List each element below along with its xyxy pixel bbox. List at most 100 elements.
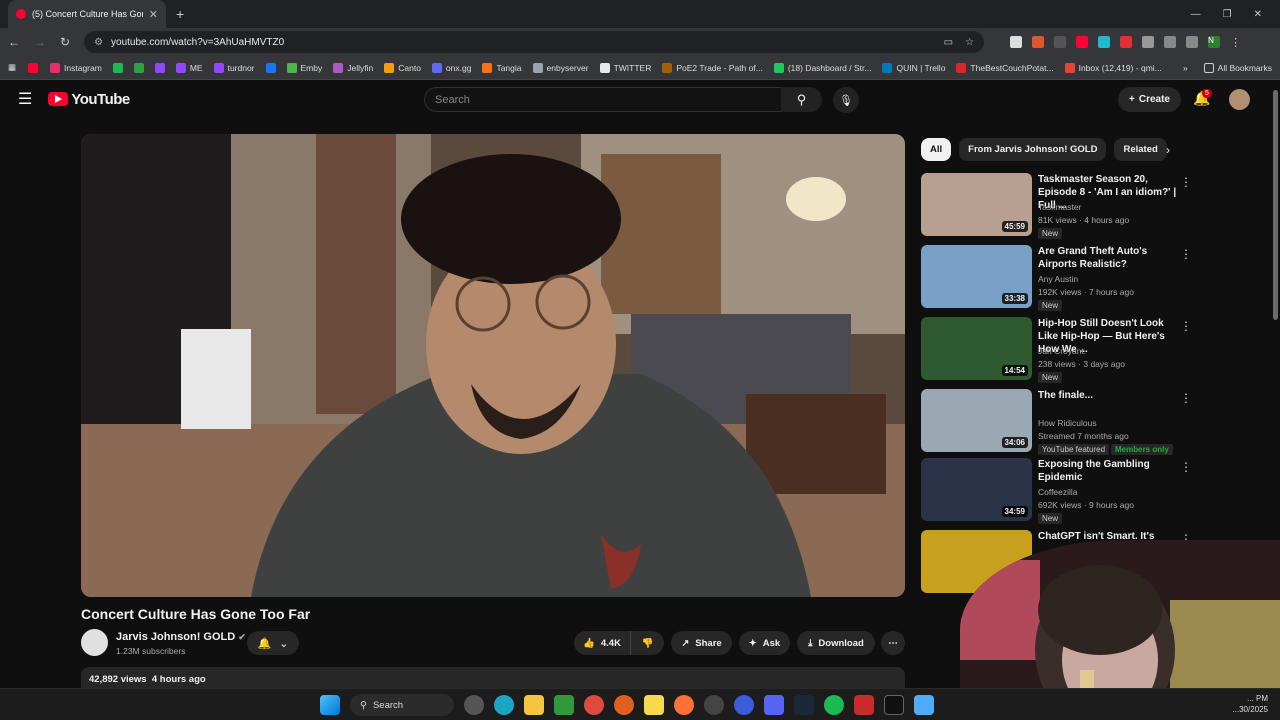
download-button[interactable]: ⤓ Download (797, 631, 875, 655)
user-avatar[interactable] (1229, 89, 1250, 110)
chip-from-channel[interactable]: From Jarvis Johnson! GOLD (959, 138, 1107, 161)
bookmark-item[interactable]: Instagram (50, 62, 102, 73)
bookmark-item[interactable]: Jellyfin (333, 62, 373, 73)
taskbar-search[interactable]: ⚲ Search (350, 694, 454, 716)
bookmark-item[interactable] (112, 62, 123, 73)
scrollbar-thumb[interactable] (1273, 90, 1278, 320)
video-player[interactable] (81, 134, 905, 597)
app-icon[interactable] (854, 695, 874, 715)
system-clock[interactable]: ... PM ...30/2025 (1232, 693, 1268, 715)
discord-icon[interactable] (764, 695, 784, 715)
recommended-video[interactable]: 45:59 Taskmaster Season 20, Episode 8 - '… (921, 173, 1192, 239)
subscribed-notifications-button[interactable]: 🔔 ⌄ (247, 631, 299, 655)
spotify-icon[interactable] (824, 695, 844, 715)
recommended-channel[interactable]: Jah Croyant. (1038, 346, 1086, 356)
app-icon[interactable] (704, 695, 724, 715)
ask-button[interactable]: ✦ Ask (739, 631, 790, 655)
site-info-icon[interactable]: ⚙ (94, 37, 103, 48)
bookmark-item[interactable]: onx.gg (431, 62, 471, 73)
extension-icon[interactable] (1010, 36, 1023, 48)
extension-icon[interactable] (1054, 36, 1067, 48)
bookmark-item[interactable]: turdnor (213, 62, 255, 73)
bookmark-item[interactable]: Inbox (12,419) - qmi... (1064, 62, 1162, 73)
chip-all[interactable]: All (921, 138, 952, 161)
app-icon[interactable] (554, 695, 574, 715)
chevron-right-icon[interactable]: › (1166, 143, 1170, 157)
like-button[interactable]: 👍 4.4K (574, 631, 630, 655)
more-bookmarks-icon[interactable]: » (1183, 63, 1188, 73)
windows-start-icon[interactable] (320, 695, 340, 715)
sticky-notes-icon[interactable] (644, 695, 664, 715)
bookmark-item[interactable] (154, 62, 165, 73)
bookmark-item[interactable]: (18) Dashboard / Str... (773, 62, 871, 73)
menu-kebab-icon[interactable]: ⋮ (1230, 36, 1242, 49)
firefox-icon[interactable] (674, 695, 694, 715)
back-icon[interactable]: ← (8, 35, 20, 49)
video-thumbnail[interactable]: 34:06 (921, 389, 1032, 452)
more-options-icon[interactable]: ⋮ (1180, 460, 1192, 474)
hamburger-menu-icon[interactable]: ☰ (18, 89, 32, 109)
media-icon[interactable] (1186, 36, 1199, 48)
extension-icon[interactable] (1098, 36, 1111, 48)
create-button[interactable]: + Create (1118, 87, 1181, 112)
chrome-icon[interactable] (584, 695, 604, 715)
recommended-channel[interactable]: How Ridiculous (1038, 418, 1097, 428)
recommended-title[interactable]: The finale... (1038, 389, 1178, 402)
new-tab-icon[interactable]: + (176, 6, 184, 22)
browser-tab[interactable]: (5) Concert Culture Has Gone T ✕ (8, 0, 166, 28)
bookmark-item[interactable]: QUIN | Trello (882, 62, 945, 73)
bookmark-item[interactable]: Canto (384, 62, 421, 73)
bookmark-item[interactable]: ME (175, 62, 203, 73)
bookmark-item[interactable] (265, 62, 276, 73)
bookmark-item[interactable]: TWITTER (599, 62, 651, 73)
extension-icon[interactable] (1032, 36, 1045, 48)
app-icon[interactable] (614, 695, 634, 715)
search-input[interactable]: Search (424, 87, 782, 112)
bookmark-youtube-icon[interactable] (28, 62, 39, 73)
puzzle-icon[interactable] (1142, 36, 1155, 48)
more-options-icon[interactable]: ⋮ (1180, 319, 1192, 333)
recommended-title[interactable]: Are Grand Theft Auto's Airports Realisti… (1038, 245, 1178, 271)
more-actions-button[interactable]: ⋯ (881, 631, 905, 655)
more-options-icon[interactable]: ⋮ (1180, 247, 1192, 261)
side-panel-icon[interactable] (1164, 36, 1177, 48)
recommended-channel[interactable]: Coffeezilla (1038, 487, 1078, 497)
cast-icon[interactable]: ▭ (944, 37, 953, 48)
recommended-video[interactable]: 34:06 The finale... How Ridiculous Streamed… (921, 389, 1192, 455)
recommended-title[interactable]: Exposing the Gambling Epidemic (1038, 458, 1178, 484)
profile-avatar[interactable]: N (1208, 36, 1221, 48)
bookmark-item[interactable] (133, 62, 144, 73)
recommended-channel[interactable]: Any Austin (1038, 274, 1078, 284)
omnibox[interactable]: ⚙ youtube.com/watch?v=3AhUaHMVTZ0 ▭ ☆ (84, 31, 985, 53)
app-icon[interactable] (734, 695, 754, 715)
bookmark-item[interactable]: Emby (286, 62, 322, 73)
search-button[interactable]: ⚲ (781, 87, 822, 112)
apps-grid-icon[interactable]: ▦ (8, 62, 16, 73)
video-thumbnail[interactable]: 14:54 (921, 317, 1032, 380)
youtube-logo[interactable]: YouTube (48, 91, 130, 108)
capcut-icon[interactable] (884, 695, 904, 715)
minimize-icon[interactable]: — (1191, 9, 1201, 20)
more-options-icon[interactable]: ⋮ (1180, 391, 1192, 405)
recommended-video[interactable]: 14:54 Hip-Hop Still Doesn't Look Like Hip… (921, 317, 1192, 383)
more-options-icon[interactable]: ⋮ (1180, 175, 1192, 189)
video-thumbnail[interactable]: 34:59 (921, 458, 1032, 521)
bookmark-item[interactable]: TheBestCouchPotat... (956, 62, 1054, 73)
close-window-icon[interactable]: ✕ (1254, 9, 1262, 20)
share-button[interactable]: ↗ Share (671, 631, 732, 655)
video-thumbnail[interactable]: 33:38 (921, 245, 1032, 308)
restore-icon[interactable]: ❐ (1223, 9, 1232, 20)
bookmark-item[interactable]: enbyserver (532, 62, 589, 73)
recommended-video[interactable]: 34:59 Exposing the Gambling Epidemic Coffe… (921, 458, 1192, 524)
channel-name[interactable]: Jarvis Johnson! GOLD ✔ (116, 631, 246, 643)
edge-icon[interactable] (494, 695, 514, 715)
video-thumbnail[interactable]: 45:59 (921, 173, 1032, 236)
recommended-channel[interactable]: Taskmaster (1038, 202, 1081, 212)
dislike-button[interactable]: 👎 (630, 631, 664, 655)
steam-icon[interactable] (794, 695, 814, 715)
reload-icon[interactable]: ↻ (60, 35, 70, 49)
notepad-icon[interactable] (914, 695, 934, 715)
close-tab-icon[interactable]: ✕ (149, 8, 158, 21)
extension-icon[interactable] (1076, 36, 1089, 48)
forward-icon[interactable]: → (34, 35, 46, 49)
